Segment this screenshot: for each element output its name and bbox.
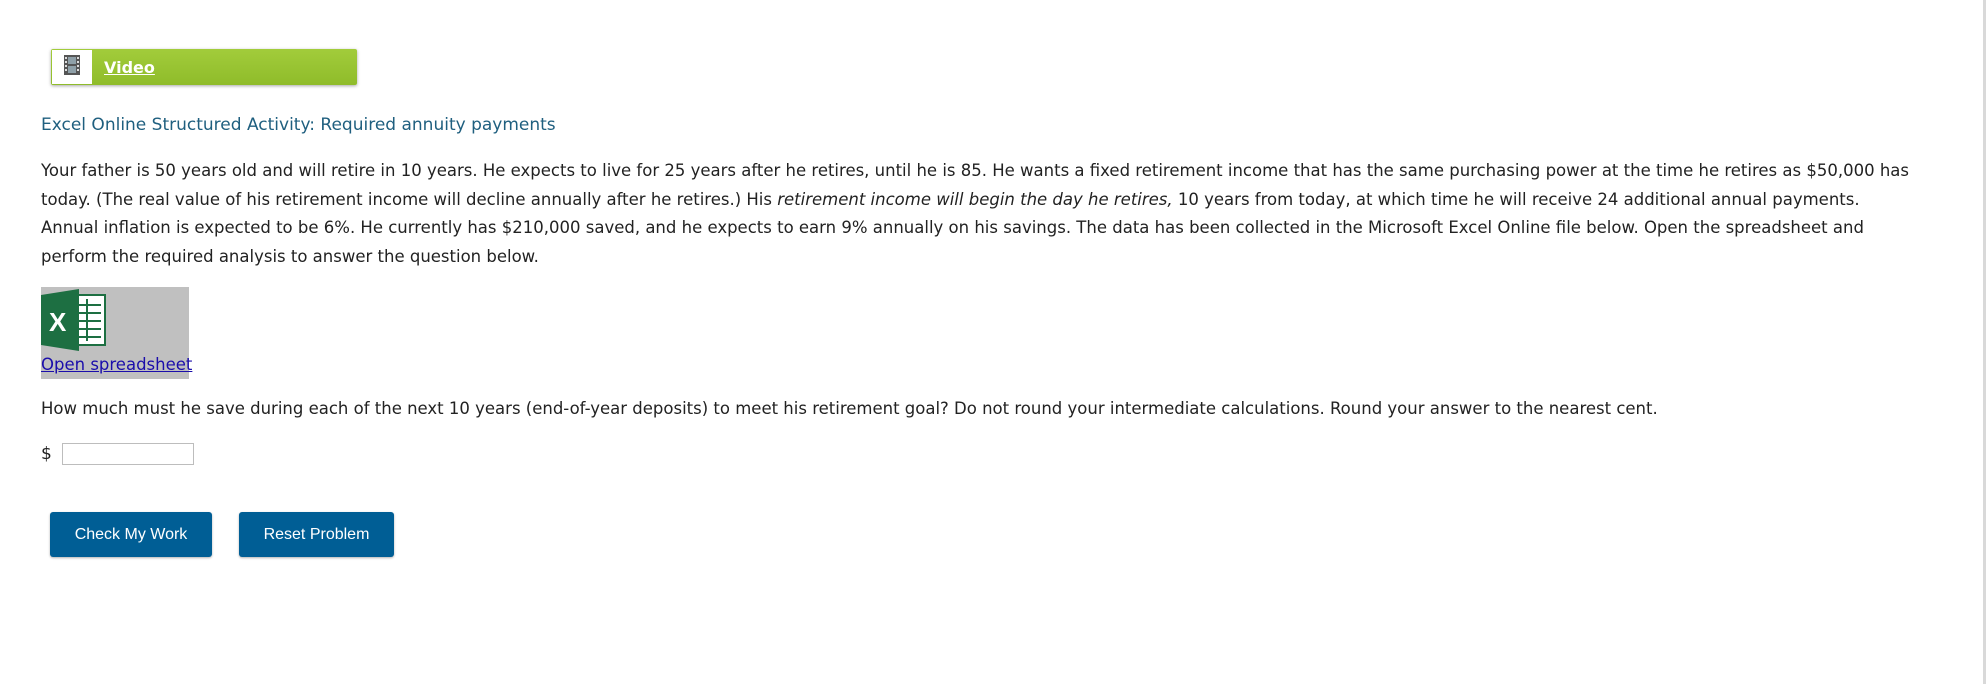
video-icon-box[interactable] bbox=[52, 50, 92, 84]
video-bar[interactable]: Video bbox=[51, 49, 357, 85]
reset-problem-button[interactable]: Reset Problem bbox=[239, 512, 394, 557]
problem-text-emphasis: retirement income will begin the day he … bbox=[777, 189, 1173, 209]
open-spreadsheet-tile[interactable]: X Open spreadsheet bbox=[41, 287, 192, 379]
film-icon bbox=[64, 55, 80, 79]
currency-symbol: $ bbox=[41, 444, 52, 464]
svg-text:X: X bbox=[49, 307, 67, 337]
video-link[interactable]: Video bbox=[104, 58, 155, 77]
activity-title: Excel Online Structured Activity: Requir… bbox=[41, 115, 556, 135]
excel-icon[interactable]: X bbox=[41, 289, 107, 355]
problem-statement: Your father is 50 years old and will ret… bbox=[41, 157, 1911, 271]
activity-page: Video Excel Online Structured Activity: … bbox=[0, 0, 1986, 684]
question-text: How much must he save during each of the… bbox=[41, 399, 1658, 418]
answer-input[interactable] bbox=[62, 443, 194, 465]
check-my-work-button[interactable]: Check My Work bbox=[50, 512, 212, 557]
open-spreadsheet-link[interactable]: Open spreadsheet bbox=[41, 355, 192, 374]
